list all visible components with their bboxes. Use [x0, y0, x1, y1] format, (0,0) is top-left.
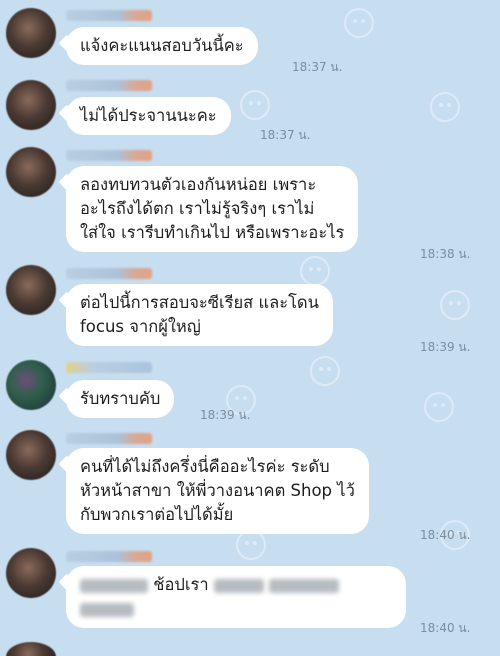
- message-time: 18:39 น.: [420, 340, 471, 354]
- jellyfish-decoration: [236, 530, 266, 560]
- avatar[interactable]: [6, 80, 56, 130]
- message-text-line: ช้อปเรา: [80, 573, 392, 597]
- avatar[interactable]: [6, 265, 56, 315]
- jellyfish-decoration: [440, 290, 470, 320]
- sender-name: [66, 80, 152, 91]
- avatar[interactable]: [6, 8, 56, 58]
- avatar[interactable]: [6, 147, 56, 197]
- message-time: 18:37 น.: [292, 60, 343, 74]
- avatar[interactable]: [6, 360, 56, 410]
- redacted-text: [269, 578, 340, 593]
- message-time: 18:39 น.: [200, 408, 251, 422]
- avatar[interactable]: [6, 430, 56, 480]
- jellyfish-decoration: [424, 392, 454, 422]
- message-time: 18:40 น.: [420, 621, 471, 635]
- message-text: รับทราบคับ: [80, 389, 161, 408]
- redacted-text: [80, 578, 148, 593]
- message-bubble[interactable]: รับทราบคับ: [66, 380, 175, 418]
- sender-name: [66, 268, 152, 279]
- jellyfish-decoration: [310, 356, 340, 386]
- message-text-line: focus จากผู้ใหญ่: [80, 317, 201, 336]
- jellyfish-decoration: [300, 256, 330, 286]
- message-text-line: หัวหน้าสาขา ให้พี่วางอนาคต Shop ไว้: [80, 481, 355, 500]
- message-bubble[interactable]: แจ้งคะแนนสอบวันนี้คะ: [66, 27, 258, 65]
- message-text-line: ต่อไปนี้การสอบจะซีเรียส และโดน: [80, 293, 319, 312]
- avatar[interactable]: [6, 548, 56, 598]
- message-text-line: คนที่ได้ไม่ถึงครึ่งนี่คืออะไรค่ะ ระดับ: [80, 457, 330, 476]
- message-time: 18:38 น.: [420, 247, 471, 261]
- jellyfish-decoration: [430, 92, 460, 122]
- message-bubble[interactable]: ช้อปเรา: [66, 566, 406, 628]
- message-text-line: ลองทบทวนตัวเองกันหน่อย เพราะ: [80, 175, 317, 194]
- redacted-text: [80, 602, 134, 617]
- redacted-text: [213, 578, 264, 593]
- message-time: 18:37 น.: [260, 128, 311, 142]
- message-bubble[interactable]: คนที่ได้ไม่ถึงครึ่งนี่คืออะไรค่ะ ระดับ ห…: [66, 448, 369, 534]
- sender-name: [66, 433, 152, 444]
- sender-name: [66, 551, 152, 562]
- jellyfish-decoration: [240, 90, 270, 120]
- sender-name: [66, 10, 152, 21]
- message-bubble[interactable]: ไม่ได้ประจานนะคะ: [66, 97, 231, 135]
- sender-name: [66, 150, 152, 161]
- message-time: 18:40 น.: [420, 528, 471, 542]
- message-text-line: [80, 597, 392, 621]
- message-text-line: กับพวกเราต่อไปได้มั้ย: [80, 505, 234, 524]
- sender-name: [66, 362, 152, 373]
- jellyfish-decoration: [344, 8, 374, 38]
- message-text: ช้อปเรา: [153, 575, 209, 594]
- message-text: แจ้งคะแนนสอบวันนี้คะ: [80, 36, 244, 55]
- message-text: ไม่ได้ประจานนะคะ: [80, 106, 217, 125]
- message-bubble[interactable]: ต่อไปนี้การสอบจะซีเรียส และโดน focus จาก…: [66, 284, 333, 346]
- message-text-line: อะไรถึงได้ตก เราไม่รู้จริงๆ เราไม่: [80, 199, 315, 218]
- message-text-line: ใส่ใจ เรารีบทำเกินไป หรือเพราะอะไร: [80, 223, 345, 242]
- message-bubble[interactable]: ลองทบทวนตัวเองกันหน่อย เพราะ อะไรถึงได้ต…: [66, 166, 359, 252]
